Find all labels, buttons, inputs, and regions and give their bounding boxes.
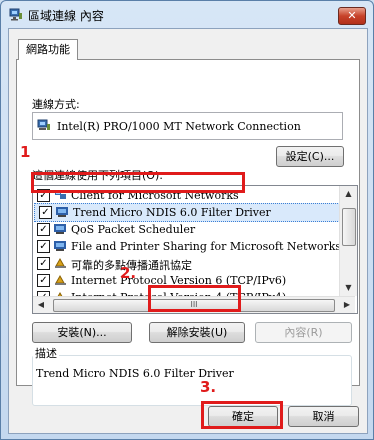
scroll-down-arrow-icon[interactable]: ▼ [340, 280, 357, 296]
checkbox[interactable]: ✓ [37, 274, 50, 287]
close-button[interactable]: ✕ [338, 7, 366, 25]
protocol-icon [55, 274, 66, 285]
vertical-scroll-thumb[interactable] [342, 208, 356, 246]
step-2-highlight [148, 285, 241, 312]
tab-panel: 連線方式: Intel(R) PRO/1000 MT Network Conne… [16, 59, 360, 406]
window-title: 區域連線 內容 [28, 9, 104, 23]
list-item[interactable]: ✓ 可靠的多點傳播通訊協定 [33, 255, 339, 272]
list-item[interactable]: ✓ QoS Packet Scheduler [33, 221, 339, 238]
uninstall-button[interactable]: 解除安裝(U) [149, 322, 245, 343]
network-service-icon [54, 241, 66, 251]
description-title: 描述 [33, 345, 59, 361]
adapter-name: Intel(R) PRO/1000 MT Network Connection [57, 120, 301, 133]
network-connection-icon [9, 8, 22, 21]
properties-dialog: 區域連線 內容 ✕ 網路功能 連線方式: Intel(R) PRO/1000 M… [0, 0, 374, 440]
protocol-icon [55, 257, 66, 268]
title-bar[interactable]: 區域連線 內容 ✕ [1, 1, 373, 28]
step-3-highlight [201, 401, 283, 429]
connect-using-label: 連線方式: [32, 98, 80, 111]
configure-button[interactable]: 設定(C)... [276, 146, 344, 167]
list-item-selected[interactable]: ✓ Trend Micro NDIS 6.0 Filter Driver [34, 203, 340, 222]
checkbox[interactable]: ✓ [37, 223, 50, 236]
network-adapter-icon [37, 119, 50, 130]
checkbox[interactable]: ✓ [37, 240, 50, 253]
step-1-label: 1 [20, 143, 31, 161]
item-label: QoS Packet Scheduler [71, 223, 196, 236]
scroll-up-arrow-icon[interactable]: ▲ [340, 186, 357, 202]
install-button[interactable]: 安裝(N)... [32, 322, 132, 343]
step-3-label: 3. [200, 378, 217, 396]
checkbox[interactable]: ✓ [39, 206, 52, 219]
item-label: File and Printer Sharing for Microsoft N… [71, 240, 342, 253]
checkbox[interactable]: ✓ [37, 257, 50, 270]
step-2-label: 2. [120, 264, 137, 282]
scroll-left-arrow-icon[interactable]: ◀ [33, 297, 49, 313]
tab-networking[interactable]: 網路功能 [18, 39, 78, 60]
properties-button[interactable]: 內容(R) [255, 322, 352, 343]
cancel-button[interactable]: 取消 [288, 406, 359, 427]
network-driver-icon [56, 207, 68, 217]
description-group: 描述 Trend Micro NDIS 6.0 Filter Driver [32, 345, 352, 406]
dialog-client-area: 網路功能 連線方式: Intel(R) PRO/1000 MT Network … [8, 28, 368, 434]
vertical-scrollbar[interactable]: ▲ ▼ [339, 186, 357, 296]
network-service-icon [54, 224, 66, 234]
step-1-highlight [31, 172, 245, 193]
scroll-right-arrow-icon[interactable]: ▶ [339, 297, 355, 313]
adapter-box: Intel(R) PRO/1000 MT Network Connection [32, 112, 343, 140]
list-item[interactable]: ✓ File and Printer Sharing for Microsoft… [33, 238, 342, 255]
item-label: Trend Micro NDIS 6.0 Filter Driver [73, 206, 271, 219]
